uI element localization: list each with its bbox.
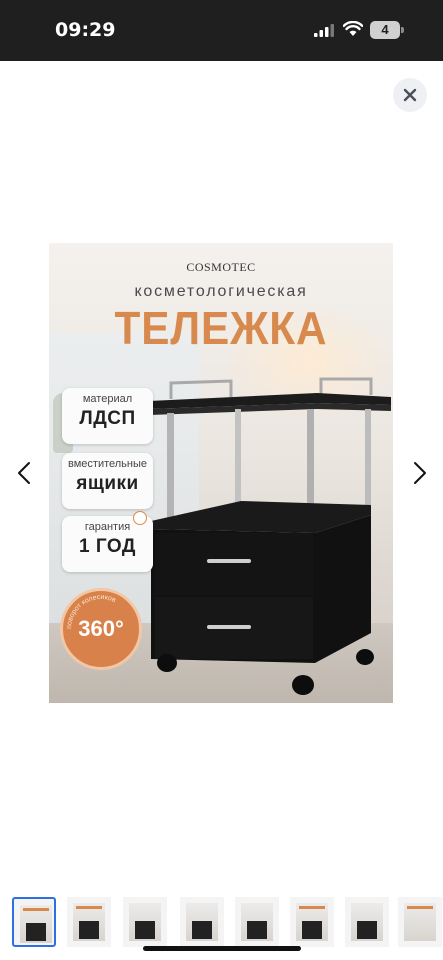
thumbnail-cart (302, 921, 322, 939)
feature-card-material: материал ЛДСП (62, 388, 153, 444)
thumbnail-cart (135, 921, 155, 939)
thumbnail[interactable] (12, 897, 56, 947)
thumbnail-title-bar (407, 906, 433, 909)
product-title: ТЕЛЕЖКА (114, 302, 328, 354)
thumbnail-cart (26, 923, 46, 941)
check-icon (133, 511, 147, 525)
thumbnail-cart (79, 921, 99, 939)
previous-image-button[interactable] (12, 458, 36, 488)
cart-illustration (149, 377, 391, 695)
feature-value: ЛДСП (79, 408, 136, 429)
close-button[interactable] (393, 78, 427, 112)
wifi-icon (343, 21, 363, 36)
battery-cap (401, 27, 404, 33)
feature-label: вместительные (68, 458, 147, 470)
status-bar: 09:29 4 (0, 0, 443, 61)
battery-level: 4 (370, 21, 400, 39)
thumbnail-title-bar (76, 906, 102, 909)
badge-ring-label: поворот колесиков (66, 594, 117, 629)
status-time: 09:29 (55, 19, 116, 41)
rotation-badge: поворот колесиков 360° (60, 588, 142, 670)
feature-value: ящики (76, 473, 139, 494)
thumbnail-cart (357, 921, 377, 939)
thumbnail[interactable] (290, 897, 334, 947)
thumbnail-cart (192, 921, 212, 939)
thumbnail[interactable] (180, 897, 224, 947)
thumbnail[interactable] (235, 897, 279, 947)
close-icon (403, 88, 417, 102)
product-subtitle: косметологическая (134, 283, 308, 300)
battery-icon: 4 (370, 21, 404, 39)
chevron-left-icon (18, 462, 30, 484)
thumbnail-strip (12, 897, 443, 947)
feature-value: 1 ГОД (79, 536, 136, 557)
thumbnail-title-bar (299, 906, 325, 909)
home-indicator (143, 946, 301, 951)
badge-ring-text: поворот колесиков (66, 594, 117, 629)
thumbnail[interactable] (398, 897, 442, 947)
thumbnail[interactable] (345, 897, 389, 947)
feature-label: материал (82, 393, 133, 405)
feature-card-drawers: вместительные ящики (62, 453, 153, 509)
product-image[interactable]: COSMOTEC косметологическая ТЕЛЕЖКА матер… (49, 243, 393, 703)
thumbnail[interactable] (123, 897, 167, 947)
chevron-right-icon (414, 462, 426, 484)
signal-icon (314, 24, 334, 37)
thumbnail-title-bar (23, 908, 49, 911)
thumbnail[interactable] (67, 897, 111, 947)
brand-label: COSMOTEC (186, 260, 256, 274)
svg-text:поворот колесиков: поворот колесиков (66, 594, 117, 629)
next-image-button[interactable] (408, 458, 432, 488)
thumbnail-cart (247, 921, 267, 939)
